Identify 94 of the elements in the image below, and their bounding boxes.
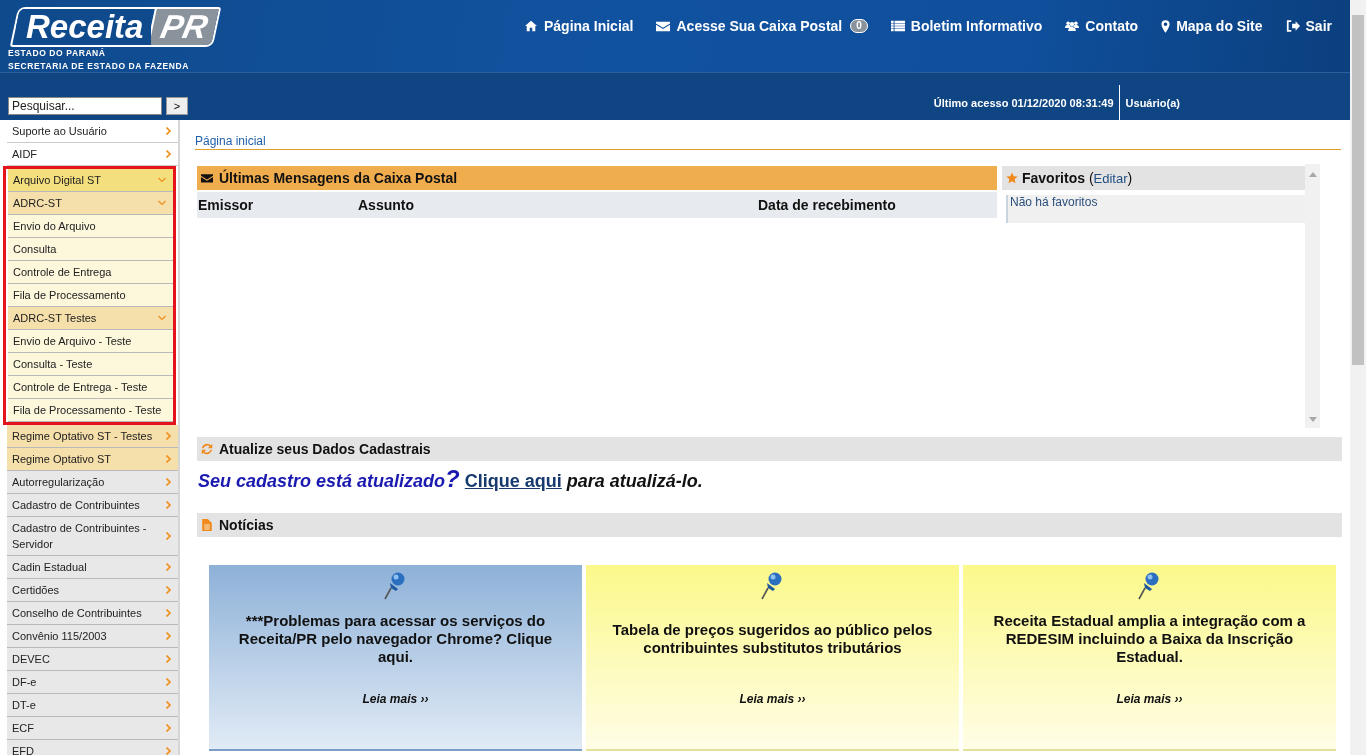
- chevron-right-icon: [166, 724, 171, 732]
- menu-item[interactable]: DF-e: [7, 671, 178, 694]
- menu-item[interactable]: Controle de Entrega: [8, 261, 173, 284]
- menu-item[interactable]: Regime Optativo ST - Testes: [7, 425, 178, 448]
- menu-item[interactable]: Controle de Entrega - Teste: [8, 376, 173, 399]
- menu-item[interactable]: Fila de Processamento: [8, 284, 173, 307]
- chevron-right-icon: [166, 563, 171, 571]
- menu-item[interactable]: Cadin Estadual: [7, 556, 178, 579]
- users-icon: [1065, 20, 1080, 32]
- sign-out-icon: [1285, 20, 1300, 32]
- column-header: Emissor: [197, 197, 255, 213]
- read-more-link[interactable]: Leia mais ››: [362, 692, 429, 706]
- logo-text: Receita: [16, 9, 152, 45]
- chevron-down-icon: [158, 314, 166, 322]
- read-more-link[interactable]: Leia mais ››: [739, 692, 806, 706]
- favorites-title: Favoritos (Editar): [1022, 170, 1133, 186]
- message-count: 0: [850, 19, 868, 33]
- breadcrumb: Página inicial: [195, 120, 1341, 150]
- chevron-right-icon: [166, 127, 171, 135]
- menu-item[interactable]: DEVEC: [7, 648, 178, 671]
- search-button[interactable]: >: [166, 97, 188, 115]
- news-headline: Receita Estadual amplia a integração com a REDESIM incluindo a Baixa da Inscrição Estadual.: [992, 611, 1307, 667]
- chevron-right-icon: [166, 532, 171, 540]
- news-card[interactable]: Receita Estadual amplia a integração com a REDESIM incluindo a Baixa da Inscrição Estadual. Leia mais ››: [963, 565, 1336, 751]
- menu-item[interactable]: Envio de Arquivo - Teste: [8, 330, 173, 353]
- menu-item[interactable]: Cadastro de Contribuintes: [7, 494, 178, 517]
- read-more-link[interactable]: Leia mais ››: [1116, 692, 1183, 706]
- menu-item[interactable]: Fila de Processamento - Teste: [8, 399, 173, 422]
- refresh-icon: [201, 443, 213, 455]
- chevron-right-icon: [166, 655, 171, 663]
- nav-link[interactable]: Acesse Sua Caixa Postal 0: [656, 18, 868, 34]
- menu-item[interactable]: Certidões: [7, 579, 178, 602]
- scroll-up-icon: [1308, 172, 1317, 177]
- menu-item[interactable]: ADRC-ST: [8, 192, 173, 215]
- nav-link[interactable]: Boletim Informativo: [890, 18, 1043, 34]
- news-card[interactable]: ***Problemas para acessar os serviços do Receita/PR pelo navegador Chrome? Clique aqui. Leia mais ››: [209, 565, 582, 751]
- chevron-right-icon: [166, 701, 171, 709]
- home-icon: [524, 20, 538, 32]
- chevron-right-icon: [166, 609, 171, 617]
- menu-item[interactable]: ECF: [7, 717, 178, 740]
- user-name: Usuário(a): [1124, 95, 1180, 111]
- chevron-right-icon: [166, 455, 171, 463]
- agency-name: SECRETARIA DE ESTADO DA FAZENDA: [8, 60, 191, 73]
- chevron-right-icon: [166, 747, 171, 755]
- nav-link[interactable]: Contato: [1065, 18, 1139, 34]
- chevron-right-icon: [166, 586, 171, 594]
- menu-item[interactable]: Arquivo Digital ST: [8, 169, 173, 192]
- update-notice: Seu cadastro está atualizado? Clique aqui para atualizá-lo.: [198, 468, 704, 492]
- chevron-right-icon: [166, 678, 171, 686]
- news-headline: ***Problemas para acessar os serviços do Receita/PR pelo navegador Chrome? Clique aqui.: [237, 611, 554, 667]
- news-card[interactable]: Tabela de preços sugeridos ao público pelos contribuintes substitutos tributários Leia mais ››: [586, 565, 959, 751]
- last-access-text: Último acesso 01/12/2020 08:31:49: [933, 85, 1120, 120]
- envelope-icon: [656, 20, 671, 32]
- nav-link[interactable]: Sair: [1285, 18, 1332, 34]
- menu-item[interactable]: Envio do Arquivo: [8, 215, 173, 238]
- column-header: Assunto: [358, 197, 415, 213]
- edit-link[interactable]: Editar: [1093, 171, 1128, 186]
- menu-item[interactable]: Consulta - Teste: [8, 353, 173, 376]
- list-icon: [890, 20, 905, 32]
- chevron-right-icon: [166, 632, 171, 640]
- chevron-right-icon: [166, 432, 171, 440]
- empty-message: Não há favoritos: [1006, 195, 1305, 223]
- mailbox-title: Últimas Mensagens da Caixa Postal: [219, 170, 458, 186]
- chevron-down-icon: [158, 199, 166, 207]
- nav-link[interactable]: Página Inicial: [524, 18, 634, 34]
- menu-item[interactable]: EFD: [7, 740, 178, 755]
- menu-item[interactable]: DT-e: [7, 694, 178, 717]
- envelope-icon: [201, 172, 213, 184]
- chevron-right-icon: [166, 150, 171, 158]
- scrollbar[interactable]: [1305, 164, 1320, 428]
- menu-item[interactable]: ADRC-ST Testes: [8, 307, 173, 330]
- page-scrollbar[interactable]: [1350, 0, 1366, 755]
- menu-item[interactable]: Regime Optativo ST: [7, 448, 178, 471]
- update-link[interactable]: Clique aqui: [464, 471, 562, 491]
- menu-item[interactable]: Conselho de Contribuintes: [7, 602, 178, 625]
- news-title: Notícias: [219, 517, 274, 533]
- scroll-down-icon: [1308, 417, 1317, 422]
- star-icon: [1006, 172, 1018, 184]
- chevron-right-icon: [166, 501, 171, 509]
- map-pin-icon: [1161, 19, 1171, 33]
- news-headline: Tabela de preços sugeridos ao público pelos contribuintes substitutos tributários: [611, 620, 934, 658]
- update-title: Atualize seus Dados Cadastrais: [219, 441, 431, 457]
- nav-link[interactable]: Mapa do Site: [1161, 18, 1263, 34]
- menu-item[interactable]: Consulta: [8, 238, 173, 261]
- menu-item[interactable]: Autorregularização: [7, 471, 178, 494]
- menu-item[interactable]: Cadastro de Contribuintes - Servidor: [7, 517, 178, 556]
- logo[interactable]: Receita PR: [9, 7, 222, 47]
- search-field[interactable]: Pesquisar...: [8, 97, 162, 115]
- chevron-down-icon: [158, 176, 166, 184]
- document-icon: [201, 519, 213, 531]
- chevron-right-icon: [166, 478, 171, 486]
- menu-item[interactable]: Convênio 115/2003: [7, 625, 178, 648]
- column-header: Data de recebimento: [758, 197, 896, 213]
- agency-name: ESTADO DO PARANÁ: [8, 47, 107, 60]
